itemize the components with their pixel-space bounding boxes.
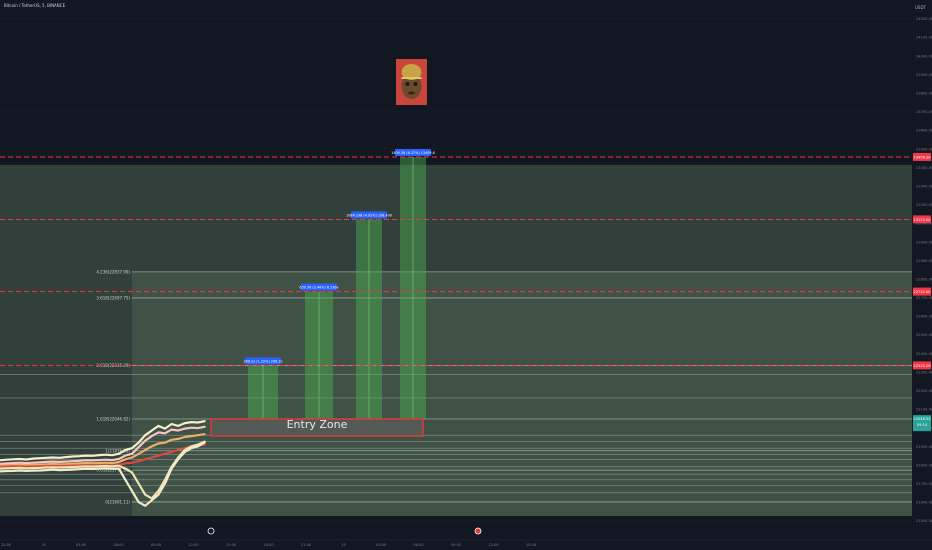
event-marker-icon[interactable] bbox=[207, 527, 215, 535]
time-axis-tick: 15 bbox=[341, 543, 346, 547]
time-axis-tick: 15:00 bbox=[526, 543, 537, 547]
price-axis-tick: 24100.00 bbox=[916, 36, 932, 40]
fib-level-label: 1.618(22046.82) bbox=[96, 416, 130, 421]
time-axis-tick: 12:00 bbox=[188, 543, 199, 547]
price-axis-tick: 23800.00 bbox=[916, 91, 932, 95]
target-label: 1084.198 (4.92%) 108.400 bbox=[346, 213, 392, 217]
price-chart[interactable]: 4.236(22837.99)3.618(22697.75)2.618(2233… bbox=[0, 0, 932, 550]
price-axis-tick: 24000.00 bbox=[916, 54, 932, 58]
currency-label: USDT bbox=[915, 5, 926, 10]
time-axis-tick: 14 bbox=[41, 543, 46, 547]
fib-level-label: 3.618(22697.75) bbox=[96, 295, 130, 300]
price-axis-tick: 22800.00 bbox=[916, 277, 932, 281]
fib-level-label: 0(21601.11) bbox=[105, 499, 130, 504]
fib-level-label: 4.236(22837.99) bbox=[96, 269, 130, 274]
price-axis-tick: 22400.00 bbox=[916, 352, 932, 356]
price-axis-tick: 22900.00 bbox=[916, 259, 932, 263]
price-axis-tick: 21500.00 bbox=[916, 519, 932, 523]
avatar-image bbox=[396, 59, 427, 105]
time-axis-tick: 09:00 bbox=[451, 543, 462, 547]
price-axis-tick: 22300.00 bbox=[916, 370, 932, 374]
target-label: 1409.38 (6.37%) 13409.8 bbox=[391, 151, 435, 155]
time-axis-tick: 18:00 bbox=[263, 543, 274, 547]
price-axis-tick: 21700.00 bbox=[916, 482, 932, 486]
price-axis-tick: 22500.00 bbox=[916, 333, 932, 337]
price-axis-tick: 23600.00 bbox=[916, 129, 932, 133]
target-label: 650.56 (3.46%) 6.536x bbox=[299, 286, 338, 290]
price-axis-tick: 22100.00 bbox=[916, 408, 932, 412]
time-axis-tick: 12:00 bbox=[488, 543, 499, 547]
time-axis-tick: 03:00 bbox=[76, 543, 87, 547]
price-axis-tick: 23900.00 bbox=[916, 73, 932, 77]
price-axis-tick: 22200.00 bbox=[916, 389, 932, 393]
time-axis-tick: 21:00 bbox=[301, 543, 312, 547]
price-axis-tick: 23300.00 bbox=[916, 184, 932, 188]
time-axis-tick: 06:00 bbox=[413, 543, 424, 547]
price-axis-tick: 21900.00 bbox=[916, 445, 932, 449]
time-axis-tick: 06:00 bbox=[113, 543, 124, 547]
price-axis-tick: 23700.00 bbox=[916, 110, 932, 114]
target-label: 268.2x (1.22%) 268.2x bbox=[244, 359, 283, 363]
entry-zone-box[interactable] bbox=[210, 418, 424, 437]
time-axis-tick: 22:00 bbox=[1, 543, 12, 547]
price-axis-tick: 24200.00 bbox=[916, 17, 932, 21]
symbol-title[interactable]: Bitcoin / TetherUS, 5, BINANCE bbox=[4, 3, 65, 8]
price-axis-tick: 23500.00 bbox=[916, 147, 932, 151]
price-axis-tick: 23400.00 bbox=[916, 166, 932, 170]
price-axis-tick: 22600.00 bbox=[916, 315, 932, 319]
time-axis-tick: 15:00 bbox=[226, 543, 237, 547]
price-axis-tick: 23000.00 bbox=[916, 240, 932, 244]
price-axis-tick: 22000.00 bbox=[916, 426, 932, 430]
time-axis-tick: 09:00 bbox=[151, 543, 162, 547]
price-axis-tick: 23100.00 bbox=[916, 222, 932, 226]
time-axis-tick: 03:00 bbox=[376, 543, 387, 547]
price-axis-tick: 23200.00 bbox=[916, 203, 932, 207]
price-axis-tick: 21800.00 bbox=[916, 463, 932, 467]
event-marker-icon[interactable] bbox=[474, 527, 482, 535]
price-axis-tick: 22700.00 bbox=[916, 296, 932, 300]
price-axis-tick: 21600.00 bbox=[916, 501, 932, 505]
